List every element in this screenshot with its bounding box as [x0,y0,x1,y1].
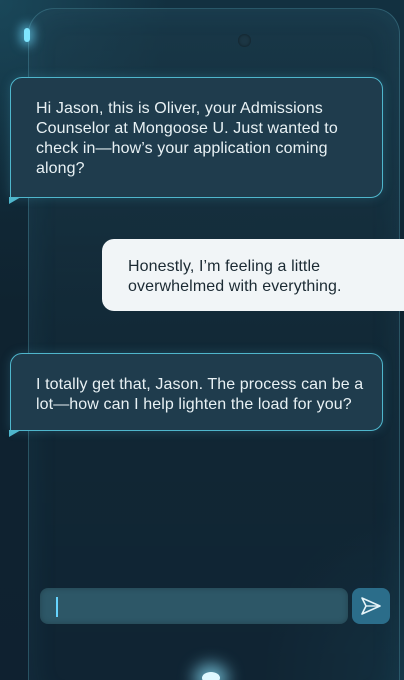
camera-dot [238,34,251,47]
incoming-message: Hi Jason, this is Oliver, your Admission… [9,77,383,204]
edge-glow [202,672,220,680]
text-caret [56,597,58,617]
incoming-message: I totally get that, Jason. The process c… [9,353,383,437]
send-button[interactable] [352,588,390,624]
send-icon [361,597,381,615]
message-text: I totally get that, Jason. The process c… [36,376,364,413]
outgoing-message: Honestly, I’m feeling a little overwhelm… [102,239,404,311]
message-text: Hi Jason, this is Oliver, your Admission… [36,100,338,177]
message-composer [40,588,348,624]
message-text: Honestly, I’m feeling a little overwhelm… [128,258,342,295]
edge-glow [24,28,30,42]
message-input[interactable] [40,588,348,624]
